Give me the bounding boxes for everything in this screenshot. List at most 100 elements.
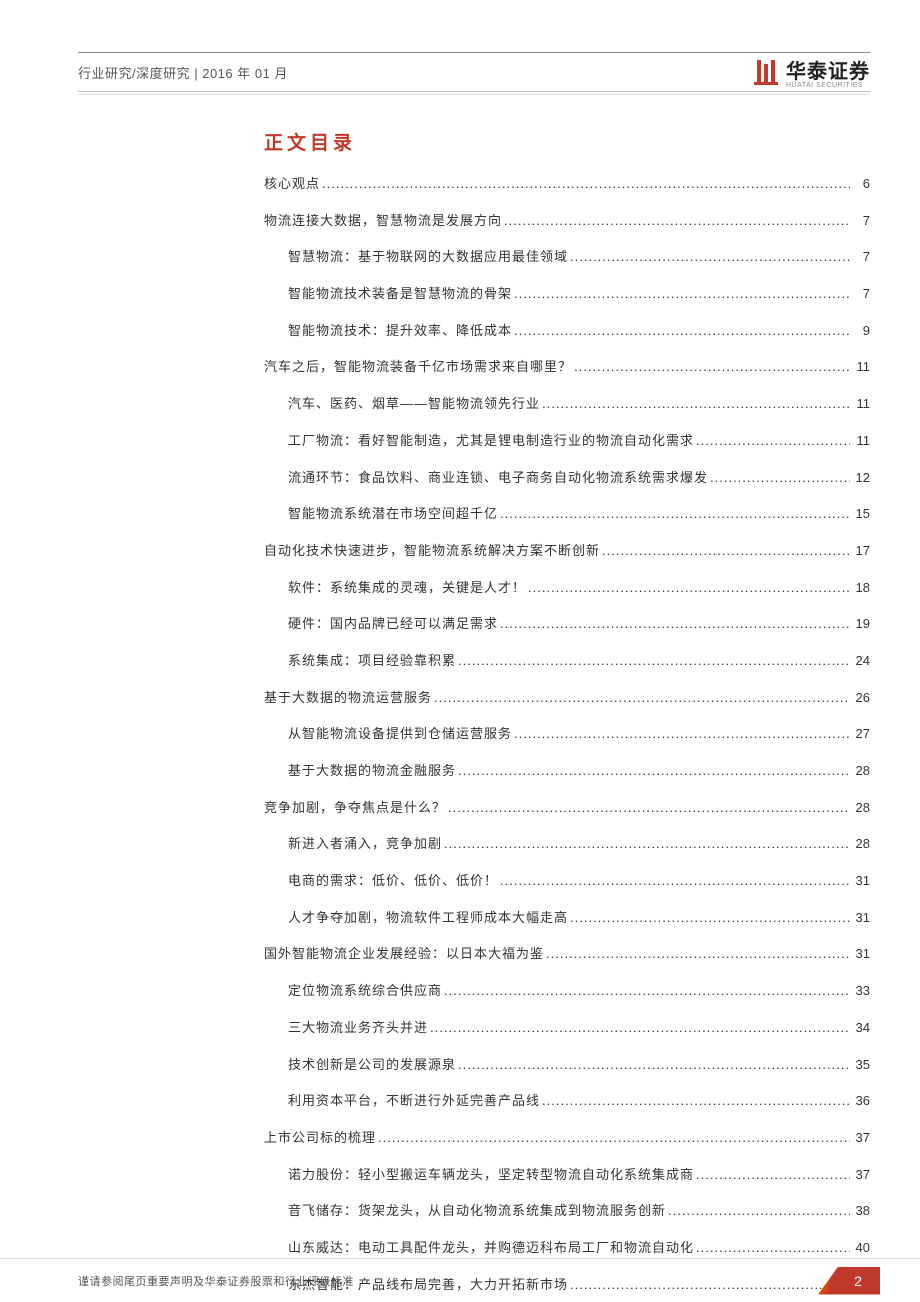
table-of-contents: 核心观点6物流连接大数据，智慧物流是发展方向7智慧物流：基于物联网的大数据应用最… xyxy=(264,175,870,1294)
toc-entry-label: 硬件：国内品牌已经可以满足需求 xyxy=(288,615,498,633)
toc-entry-label: 自动化技术快速进步，智能物流系统解决方案不断创新 xyxy=(264,542,600,560)
toc-entry: 软件：系统集成的灵魂，关键是人才！ 18 xyxy=(264,579,870,597)
toc-entry-label: 智慧物流：基于物联网的大数据应用最佳领域 xyxy=(288,248,568,266)
toc-entry-page: 19 xyxy=(852,615,870,633)
logo-subtext: HUATAI SECURITIES xyxy=(786,82,870,89)
toc-entry-page: 11 xyxy=(852,358,870,376)
toc-leader-dots xyxy=(570,909,850,927)
toc-entry: 定位物流系统综合供应商 33 xyxy=(264,982,870,1000)
toc-entry-label: 定位物流系统综合供应商 xyxy=(288,982,442,1000)
toc-entry-label: 音飞储存：货架龙头，从自动化物流系统集成到物流服务创新 xyxy=(288,1202,666,1220)
toc-leader-dots xyxy=(430,1019,850,1037)
toc-entry-page: 9 xyxy=(852,322,870,340)
toc-leader-dots xyxy=(514,725,850,743)
toc-entry: 工厂物流：看好智能制造，尤其是锂电制造行业的物流自动化需求 11 xyxy=(264,432,870,450)
toc-entry-page: 24 xyxy=(852,652,870,670)
logo-icon xyxy=(752,58,780,86)
breadcrumb: 行业研究/深度研究 | 2016 年 01 月 xyxy=(78,63,288,82)
toc-leader-dots xyxy=(444,982,850,1000)
toc-entry-page: 11 xyxy=(852,432,870,450)
page-number-badge: 2 xyxy=(818,1267,880,1295)
toc-entry: 技术创新是公司的发展源泉35 xyxy=(264,1056,870,1074)
toc-leader-dots xyxy=(444,835,850,853)
page-header: 行业研究/深度研究 | 2016 年 01 月 华泰证券 HUATAI SECU… xyxy=(78,52,870,92)
toc-entry-page: 36 xyxy=(852,1092,870,1110)
toc-entry-label: 国外智能物流企业发展经验：以日本大福为鉴 xyxy=(264,945,544,963)
toc-entry-label: 汽车、医药、烟草——智能物流领先行业 xyxy=(288,395,540,413)
toc-leader-dots xyxy=(668,1202,850,1220)
toc-entry-label: 从智能物流设备提供到仓储运营服务 xyxy=(288,725,512,743)
toc-entry: 核心观点6 xyxy=(264,175,870,193)
toc-entry: 智慧物流：基于物联网的大数据应用最佳领域 7 xyxy=(264,248,870,266)
main-content: 正文目录 核心观点6物流连接大数据，智慧物流是发展方向7智慧物流：基于物联网的大… xyxy=(78,92,870,1294)
toc-entry: 自动化技术快速进步，智能物流系统解决方案不断创新 17 xyxy=(264,542,870,560)
toc-leader-dots xyxy=(542,1092,850,1110)
toc-entry: 音飞储存：货架龙头，从自动化物流系统集成到物流服务创新 38 xyxy=(264,1202,870,1220)
brand-logo: 华泰证券 HUATAI SECURITIES xyxy=(752,55,870,89)
toc-leader-dots xyxy=(458,652,850,670)
toc-entry-label: 工厂物流：看好智能制造，尤其是锂电制造行业的物流自动化需求 xyxy=(288,432,694,450)
toc-entry-page: 28 xyxy=(852,835,870,853)
toc-entry: 流通环节：食品饮料、商业连锁、电子商务自动化物流系统需求爆发 12 xyxy=(264,469,870,487)
toc-entry-page: 7 xyxy=(852,285,870,303)
toc-leader-dots xyxy=(458,762,850,780)
toc-entry-label: 新进入者涌入，竞争加剧 xyxy=(288,835,442,853)
toc-entry-label: 智能物流技术装备是智慧物流的骨架 xyxy=(288,285,512,303)
toc-entry: 新进入者涌入，竞争加剧 28 xyxy=(264,835,870,853)
toc-entry-label: 电商的需求：低价、低价、低价！ xyxy=(288,872,498,890)
toc-entry-page: 37 xyxy=(852,1129,870,1147)
toc-entry: 山东威达：电动工具配件龙头，并购德迈科布局工厂和物流自动化40 xyxy=(264,1239,870,1257)
toc-leader-dots xyxy=(602,542,850,560)
logo-text: 华泰证券 xyxy=(786,55,870,84)
toc-entry: 智能物流技术装备是智慧物流的骨架 7 xyxy=(264,285,870,303)
toc-entry-page: 28 xyxy=(852,762,870,780)
toc-leader-dots xyxy=(570,248,850,266)
toc-entry-label: 系统集成：项目经验靠积累 xyxy=(288,652,456,670)
toc-entry-label: 智能物流系统潜在市场空间超千亿 xyxy=(288,505,498,523)
toc-entry-label: 软件：系统集成的灵魂，关键是人才！ xyxy=(288,579,526,597)
toc-entry-label: 上市公司标的梳理 xyxy=(264,1129,376,1147)
toc-entry: 物流连接大数据，智慧物流是发展方向 7 xyxy=(264,212,870,230)
toc-entry-label: 技术创新是公司的发展源泉 xyxy=(288,1056,456,1074)
toc-leader-dots xyxy=(696,1166,850,1184)
toc-leader-dots xyxy=(542,395,850,413)
toc-entry-label: 竞争加剧，争夺焦点是什么？ xyxy=(264,799,446,817)
toc-leader-dots xyxy=(458,1056,850,1074)
toc-entry-label: 三大物流业务齐头并进 xyxy=(288,1019,428,1037)
toc-entry-page: 34 xyxy=(852,1019,870,1037)
toc-entry-page: 26 xyxy=(852,689,870,707)
toc-entry-page: 31 xyxy=(852,909,870,927)
toc-entry-page: 7 xyxy=(852,212,870,230)
toc-entry: 电商的需求：低价、低价、低价！ 31 xyxy=(264,872,870,890)
toc-leader-dots xyxy=(514,322,850,340)
toc-entry-label: 利用资本平台，不断进行外延完善产品线 xyxy=(288,1092,540,1110)
toc-leader-dots xyxy=(448,799,850,817)
toc-leader-dots xyxy=(528,579,850,597)
toc-entry: 竞争加剧，争夺焦点是什么？ 28 xyxy=(264,799,870,817)
toc-entry: 基于大数据的物流金融服务28 xyxy=(264,762,870,780)
toc-entry-page: 33 xyxy=(852,982,870,1000)
toc-entry-page: 31 xyxy=(852,945,870,963)
toc-leader-dots xyxy=(378,1129,850,1147)
toc-entry: 人才争夺加剧，物流软件工程师成本大幅走高31 xyxy=(264,909,870,927)
toc-entry-page: 11 xyxy=(852,395,870,413)
toc-entry: 汽车之后，智能物流装备千亿市场需求来自哪里？11 xyxy=(264,358,870,376)
toc-entry-page: 15 xyxy=(852,505,870,523)
toc-leader-dots xyxy=(546,945,850,963)
toc-entry: 三大物流业务齐头并进 34 xyxy=(264,1019,870,1037)
toc-entry-label: 流通环节：食品饮料、商业连锁、电子商务自动化物流系统需求爆发 xyxy=(288,469,708,487)
toc-entry-page: 7 xyxy=(852,248,870,266)
footer-disclaimer: 谨请参阅尾页重要声明及华泰证券股票和行业评级标准 xyxy=(78,1273,354,1289)
toc-entry-label: 物流连接大数据，智慧物流是发展方向 xyxy=(264,212,502,230)
toc-entry-page: 18 xyxy=(852,579,870,597)
toc-entry-page: 38 xyxy=(852,1202,870,1220)
toc-entry: 基于大数据的物流运营服务26 xyxy=(264,689,870,707)
toc-entry-page: 31 xyxy=(852,872,870,890)
toc-entry-label: 诺力股份：轻小型搬运车辆龙头，坚定转型物流自动化系统集成商 xyxy=(288,1166,694,1184)
toc-entry-page: 17 xyxy=(852,542,870,560)
toc-entry-page: 28 xyxy=(852,799,870,817)
toc-entry-page: 12 xyxy=(852,469,870,487)
toc-entry: 上市公司标的梳理 37 xyxy=(264,1129,870,1147)
toc-leader-dots xyxy=(322,175,850,193)
toc-leader-dots xyxy=(514,285,850,303)
